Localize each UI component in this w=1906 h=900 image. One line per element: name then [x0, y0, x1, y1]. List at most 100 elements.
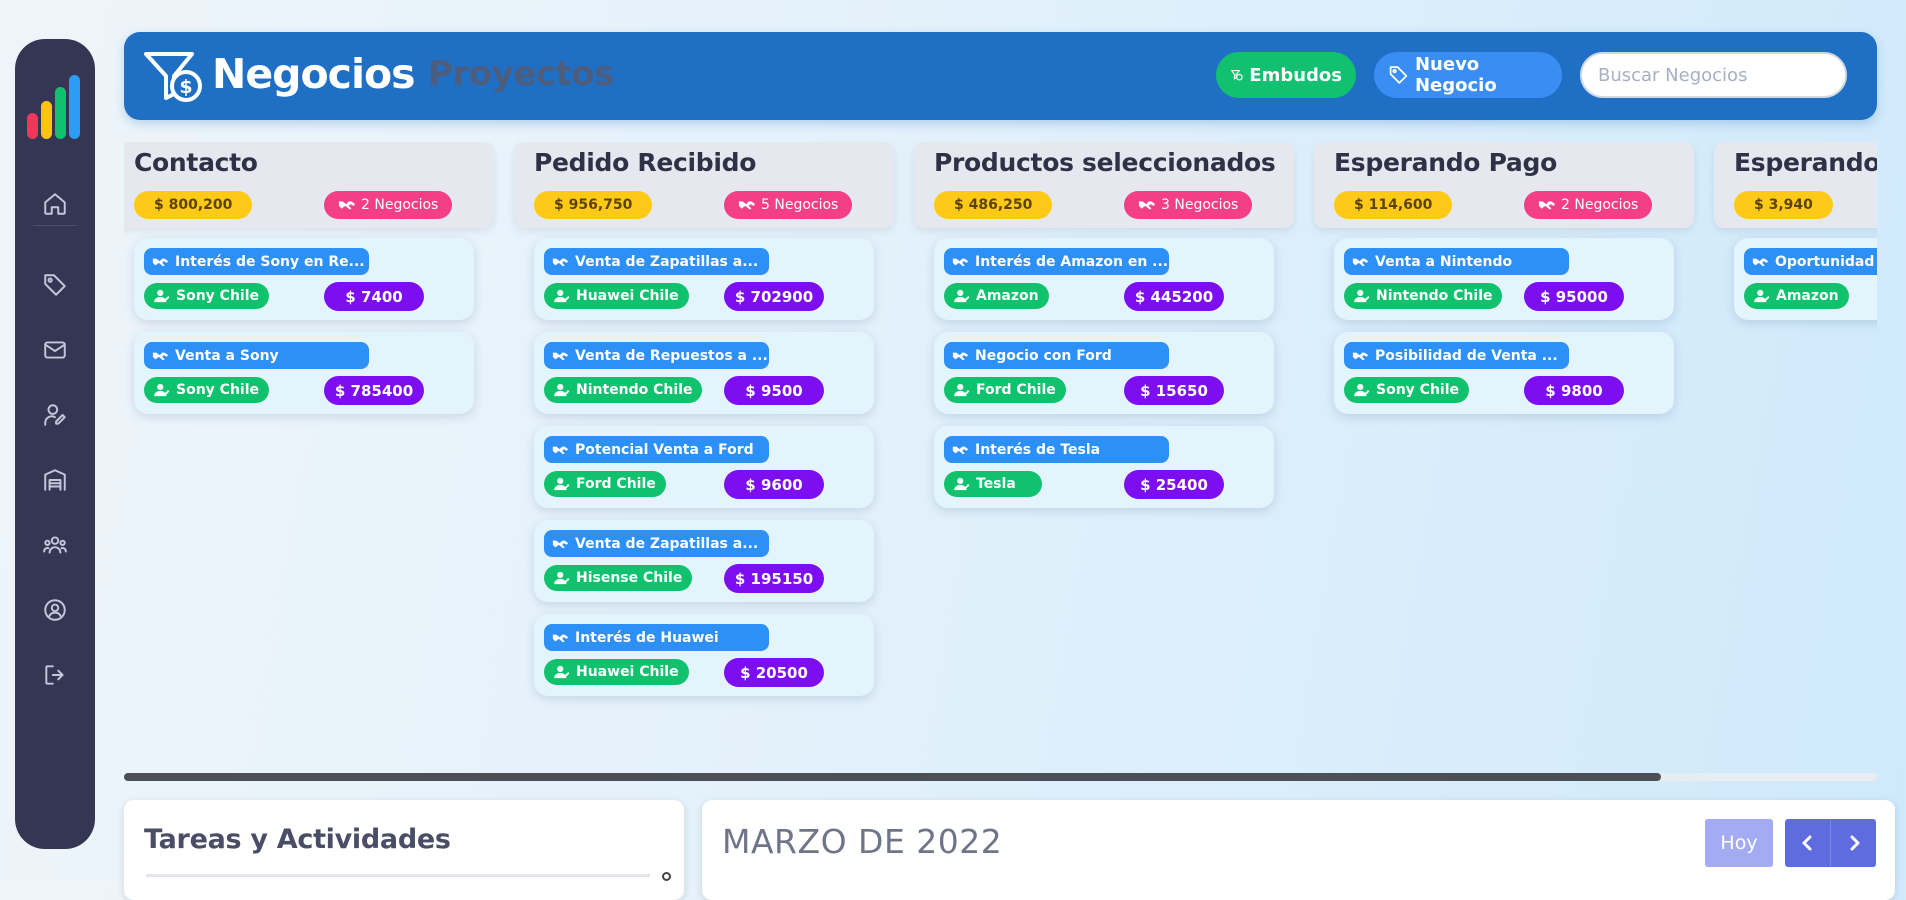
user-icon — [954, 383, 970, 397]
deal-amount: $ 9800 — [1524, 376, 1624, 405]
column-deal-count-label: 5 Negocios — [761, 197, 839, 213]
nav-home[interactable] — [35, 184, 75, 224]
deal-card[interactable]: Interés de Tesla Tesla $ 25400 — [934, 426, 1274, 508]
user-icon — [1354, 383, 1370, 397]
deal-title-badge: Venta a Nintendo — [1344, 248, 1569, 275]
svg-text:$: $ — [179, 76, 192, 98]
handshake-icon — [1752, 258, 1769, 266]
deal-title: Negocio con Ford — [975, 347, 1112, 364]
tab-projects[interactable]: Proyectos — [428, 54, 614, 94]
bar-chart-logo-icon[interactable] — [27, 75, 83, 141]
deal-title-badge: Negocio con Ford — [944, 342, 1169, 369]
new-deal-button[interactable]: Nuevo Negocio — [1374, 52, 1562, 98]
today-button[interactable]: Hoy — [1705, 819, 1773, 867]
deal-company: Huawei Chile — [576, 288, 679, 304]
column-header: Productos seleccionados $ 486,250 3 Negoci… — [914, 142, 1294, 228]
deal-title: Potencial Venta a Ford — [575, 441, 754, 458]
logout-icon — [45, 665, 64, 685]
handshake-icon — [338, 201, 356, 210]
deal-title-badge: Venta de Zapatillas a... — [544, 530, 769, 557]
deal-company: Amazon — [1776, 288, 1839, 304]
nav-team[interactable] — [35, 525, 75, 565]
deal-card[interactable]: Posibilidad de Venta ... Sony Chile $ 9800 — [1334, 332, 1674, 414]
horizontal-scrollbar[interactable] — [124, 773, 1877, 781]
deal-amount: $ 25400 — [1124, 470, 1224, 499]
deal-card[interactable]: Venta a Nintendo Nintendo Chile $ 95000 — [1334, 238, 1674, 320]
deal-company: Nintendo Chile — [1376, 288, 1493, 304]
handshake-icon — [738, 201, 756, 210]
funnels-button[interactable]: Embudos — [1216, 52, 1356, 98]
deal-card[interactable]: Interés de Amazon en ... Amazon $ 445200 — [934, 238, 1274, 320]
prev-month-button[interactable] — [1785, 819, 1830, 867]
deal-title-badge: Posibilidad de Venta ... — [1344, 342, 1569, 369]
column-total-amount: $ 114,600 — [1334, 191, 1453, 219]
next-month-button[interactable] — [1830, 819, 1876, 867]
handshake-icon — [152, 258, 169, 266]
user-icon — [954, 289, 970, 303]
deal-card[interactable]: Potencial Venta a Ford Ford Chile $ 9600 — [534, 426, 874, 508]
scrollbar-thumb[interactable] — [124, 773, 1661, 781]
deal-card[interactable]: Venta de Repuestos a ... Nintendo Chile $ … — [534, 332, 874, 414]
user-icon — [554, 571, 570, 585]
nav-contacts[interactable] — [35, 395, 75, 435]
deal-title: Interés de Tesla — [975, 441, 1101, 458]
column-header: Esperando Pago $ 114,600 2 Negocios — [1314, 142, 1694, 228]
user-edit-icon — [44, 404, 66, 426]
user-icon — [554, 665, 570, 679]
calendar-month-title: MARZO DE 2022 — [722, 822, 1003, 861]
deal-card[interactable]: Oportunidad Amazon — [1734, 238, 1877, 320]
deal-title: Interés de Sony en Re... — [175, 253, 365, 270]
deal-card[interactable]: Venta de Zapatillas a... Hisense Chile $ 1… — [534, 520, 874, 602]
column-title: Pedido Recibido — [534, 148, 757, 177]
nav-warehouse[interactable] — [35, 460, 75, 500]
warehouse-icon — [44, 469, 66, 491]
user-icon — [554, 289, 570, 303]
deal-company-badge: Hisense Chile — [544, 565, 693, 591]
handshake-icon — [1138, 201, 1156, 210]
tag-icon — [1389, 66, 1408, 84]
deal-card[interactable]: Venta de Zapatillas a... Huawei Chile $ 70… — [534, 238, 874, 320]
deal-company: Amazon — [976, 288, 1039, 304]
deal-company-badge: Huawei Chile — [544, 659, 689, 685]
user-icon — [1354, 289, 1370, 303]
tasks-panel: Tareas y Actividades — [124, 800, 684, 900]
users-icon — [43, 536, 67, 554]
deal-card[interactable]: Interés de Huawei Huawei Chile $ 20500 — [534, 614, 874, 696]
deal-amount: $ 9600 — [724, 470, 824, 499]
deal-title-badge: Interés de Huawei — [544, 624, 769, 651]
user-circle-icon — [44, 599, 66, 621]
nav-profile[interactable] — [35, 590, 75, 630]
handshake-icon — [552, 540, 569, 548]
deal-company: Hisense Chile — [576, 570, 683, 586]
tasks-progress-bar — [146, 874, 650, 877]
deal-company: Sony Chile — [1376, 382, 1460, 398]
deal-card[interactable]: Venta a Sony Sony Chile $ 785400 — [134, 332, 474, 414]
deal-company: Ford Chile — [576, 476, 656, 492]
deal-company-badge: Nintendo Chile — [544, 377, 703, 403]
deal-card[interactable]: Interés de Sony en Re... Sony Chile $ 7400 — [134, 238, 474, 320]
deal-title-badge: Venta de Repuestos a ... — [544, 342, 769, 369]
user-icon — [554, 383, 570, 397]
deal-company-badge: Huawei Chile — [544, 283, 689, 309]
deal-title-badge: Oportunidad — [1744, 248, 1877, 275]
home-icon — [44, 193, 66, 215]
deal-card[interactable]: Negocio con Ford Ford Chile $ 15650 — [934, 332, 1274, 414]
handshake-icon — [1538, 201, 1556, 210]
deal-company-badge: Tesla — [944, 471, 1042, 497]
nav-logout[interactable] — [35, 655, 75, 695]
nav-deals[interactable] — [35, 265, 75, 305]
column-deal-count: 2 Negocios — [1524, 191, 1653, 219]
search-input[interactable] — [1580, 52, 1847, 98]
deal-amount: $ 9500 — [724, 376, 824, 405]
deal-title: Venta a Sony — [175, 347, 279, 364]
nav-mail[interactable] — [35, 330, 75, 370]
column-title: Esperando — [1734, 148, 1877, 177]
deal-title-badge: Venta a Sony — [144, 342, 369, 369]
deal-amount: $ 195150 — [724, 564, 824, 593]
deal-company-badge: Sony Chile — [144, 283, 270, 309]
deal-title: Venta de Zapatillas a... — [575, 535, 759, 552]
deal-title: Posibilidad de Venta ... — [1375, 347, 1558, 364]
deal-amount: $ 785400 — [324, 376, 424, 405]
handshake-icon — [552, 446, 569, 454]
handshake-icon — [552, 352, 569, 360]
